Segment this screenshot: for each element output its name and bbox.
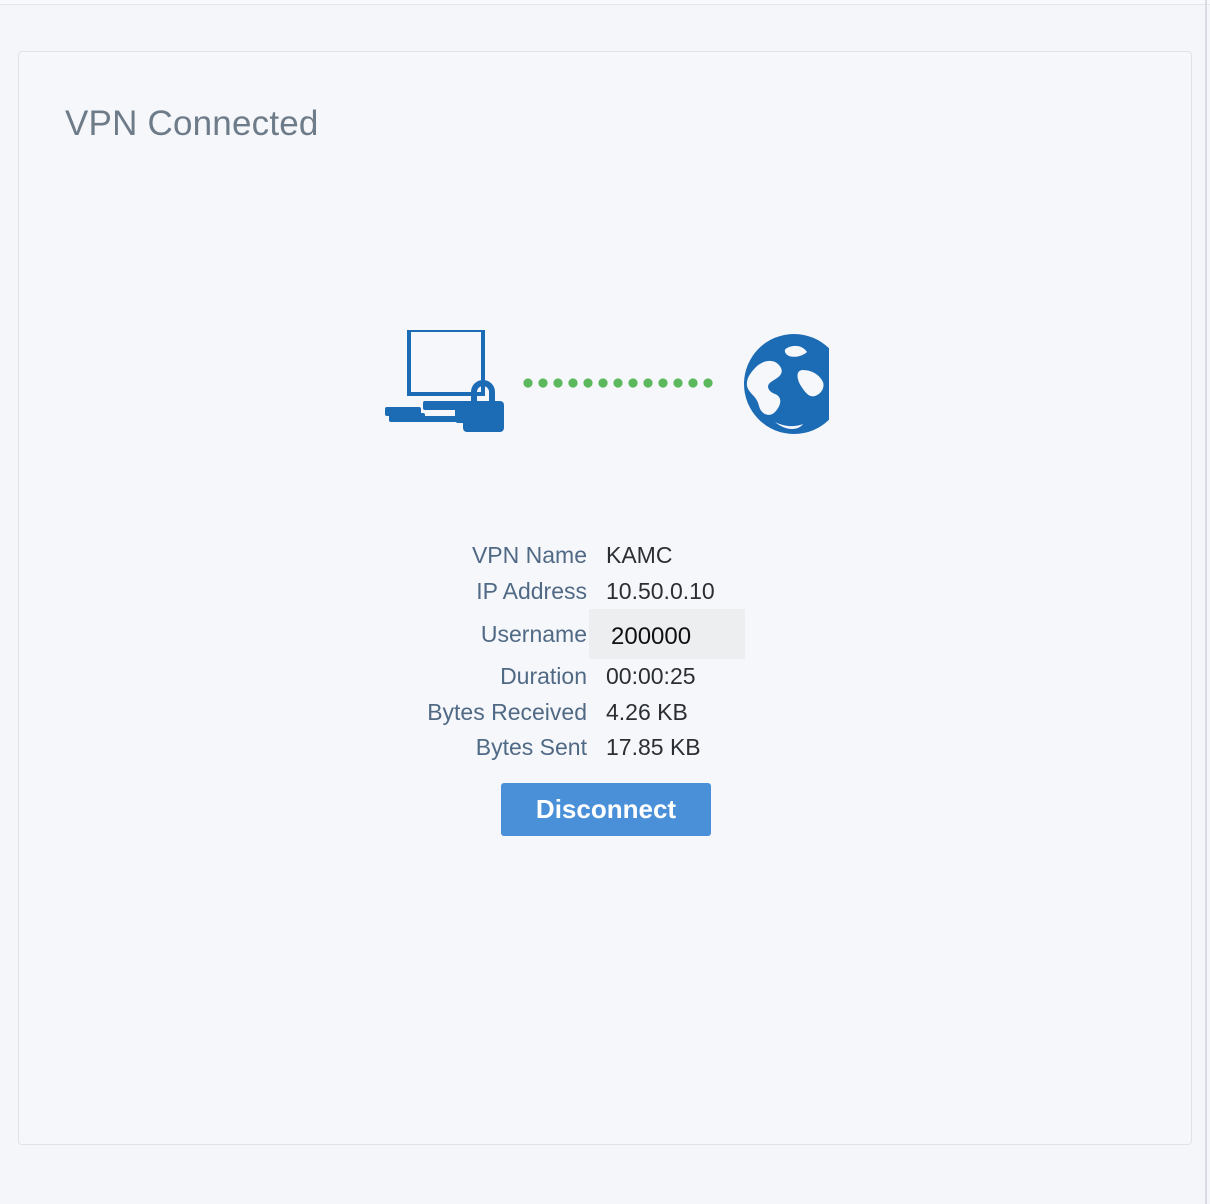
duration-value: 00:00:25 — [606, 663, 696, 690]
vpn-name-label: VPN Name — [471, 542, 587, 569]
ip-address-value: 10.50.0.10 — [606, 577, 715, 604]
duration-label: Duration — [500, 663, 587, 690]
scrollbar-edge — [1205, 0, 1207, 1204]
bytes-sent-value: 17.85 KB — [606, 734, 701, 761]
globe-icon — [744, 334, 829, 434]
bytes-sent-label: Bytes Sent — [475, 734, 587, 761]
bytes-received-label: Bytes Received — [427, 698, 587, 725]
username-value: 200000 — [589, 609, 745, 659]
info-row-bytes-sent: Bytes Sent 17.85 KB — [379, 730, 799, 766]
info-row-duration: Duration 00:00:25 — [379, 659, 799, 695]
info-row-username: Username 200000 — [379, 609, 799, 659]
computer-lock-icon — [385, 330, 504, 432]
vpn-status-panel: VPN Connected VPN Name KAMC IP Address 1… — [18, 51, 1192, 1145]
username-label: Username — [480, 620, 587, 647]
disconnect-button[interactable]: Disconnect — [501, 783, 711, 836]
top-strip — [0, 0, 1210, 5]
page-title: VPN Connected — [65, 104, 319, 143]
connection-illustration — [385, 330, 829, 436]
bytes-received-value: 4.26 KB — [606, 698, 688, 725]
info-row-vpn-name: VPN Name KAMC — [379, 538, 799, 574]
vpn-name-value: KAMC — [606, 542, 673, 569]
ip-address-label: IP Address — [476, 577, 587, 604]
info-row-ip-address: IP Address 10.50.0.10 — [379, 574, 799, 610]
info-row-bytes-received: Bytes Received 4.26 KB — [379, 695, 799, 731]
connection-info-table: VPN Name KAMC IP Address 10.50.0.10 User… — [379, 538, 799, 766]
